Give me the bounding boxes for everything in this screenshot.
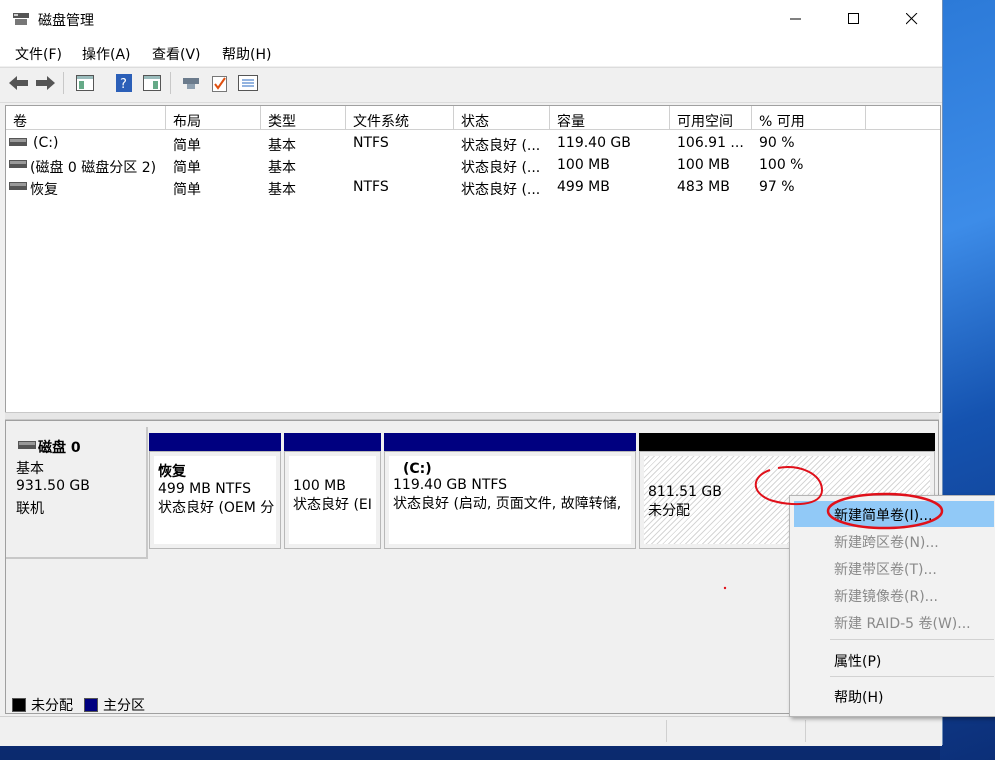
- red-annotation-overlay: [723, 466, 944, 590]
- annotation-dot: [723, 586, 727, 590]
- annotation-circle: [826, 492, 944, 530]
- annotation-scribble: [754, 466, 824, 506]
